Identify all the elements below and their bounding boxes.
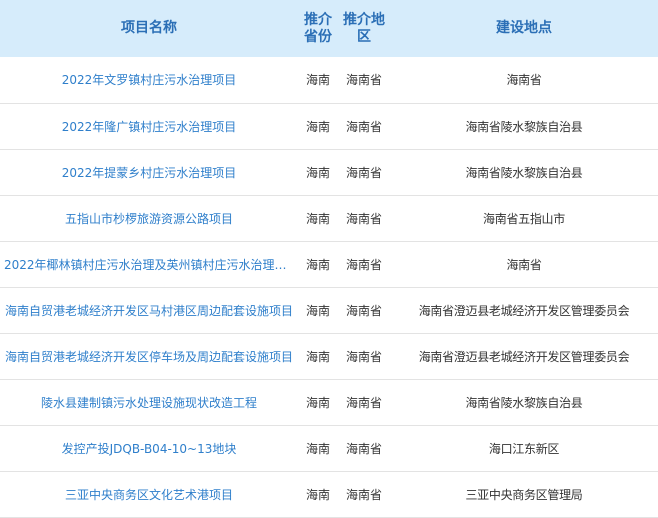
table-row: 五指山市杪椤旅游资源公路项目 海南 海南省 海南省五指山市 [0, 195, 658, 241]
table-row: 2022年隆广镇村庄污水治理项目 海南 海南省 海南省陵水黎族自治县 [0, 103, 658, 149]
region-cell: 海南省 [345, 73, 382, 88]
location-cell: 海南省 [506, 257, 542, 272]
province-cell: 海南 [305, 349, 330, 364]
header-project-name: 项目名称 [121, 20, 177, 36]
table-header-row: 项目名称 推介省份 推介地区 建设地点 [0, 0, 658, 57]
project-link[interactable]: 2022年椰林镇村庄污水治理及英州镇村庄污水治理项目 [4, 256, 294, 273]
location-cell: 海口江东新区 [488, 441, 560, 456]
region-cell: 海南省 [345, 487, 382, 502]
project-link[interactable]: 陵水县建制镇污水处理设施现状改造工程 [4, 394, 294, 411]
province-cell: 海南 [305, 487, 330, 502]
location-cell: 海南省澄迈县老城经济开发区管理委员会 [418, 303, 630, 318]
location-cell: 海南省澄迈县老城经济开发区管理委员会 [418, 349, 630, 364]
province-cell: 海南 [305, 165, 330, 180]
location-cell: 海南省陵水黎族自治县 [465, 165, 583, 180]
project-link[interactable]: 2022年隆广镇村庄污水治理项目 [4, 118, 294, 135]
region-cell: 海南省 [345, 303, 382, 318]
table-row: 三亚中央商务区文化艺术港项目 海南 海南省 三亚中央商务区管理局 [0, 471, 658, 517]
table-row: 陵水县建制镇污水处理设施现状改造工程 海南 海南省 海南省陵水黎族自治县 [0, 379, 658, 425]
project-link[interactable]: 海南自贸港老城经济开发区马村港区周边配套设施项目 [4, 302, 294, 319]
project-link[interactable]: 海南自贸港老城经济开发区停车场及周边配套设施项目 [4, 348, 294, 365]
project-link[interactable]: 三亚中央商务区文化艺术港项目 [4, 486, 294, 503]
table-row: 2022年椰林镇村庄污水治理及英州镇村庄污水治理项目 海南 海南省 海南省 [0, 241, 658, 287]
table-row: 2022年提蒙乡村庄污水治理项目 海南 海南省 海南省陵水黎族自治县 [0, 149, 658, 195]
location-cell: 海南省陵水黎族自治县 [465, 395, 583, 410]
header-location: 建设地点 [496, 20, 552, 36]
table-row: 海南自贸港老城经济开发区停车场及周边配套设施项目 海南 海南省 海南省澄迈县老城… [0, 333, 658, 379]
project-table: 项目名称 推介省份 推介地区 建设地点 2022年文罗镇村庄污水治理项目 海南 … [0, 0, 658, 518]
region-cell: 海南省 [345, 257, 382, 272]
region-cell: 海南省 [345, 441, 382, 456]
table-row: 2022年文罗镇村庄污水治理项目 海南 海南省 海南省 [0, 57, 658, 103]
region-cell: 海南省 [345, 165, 382, 180]
location-cell: 三亚中央商务区管理局 [465, 487, 583, 502]
province-cell: 海南 [305, 73, 330, 88]
header-region: 推介地区 [343, 11, 385, 45]
table-row: 发控产投JDQB-B04-10~13地块 海南 海南省 海口江东新区 [0, 425, 658, 471]
location-cell: 海南省五指山市 [483, 211, 565, 226]
province-cell: 海南 [305, 395, 330, 410]
header-province: 推介省份 [304, 11, 332, 45]
project-link[interactable]: 2022年提蒙乡村庄污水治理项目 [4, 164, 294, 181]
province-cell: 海南 [305, 211, 330, 226]
table-row: 海南自贸港老城经济开发区马村港区周边配套设施项目 海南 海南省 海南省澄迈县老城… [0, 287, 658, 333]
region-cell: 海南省 [345, 211, 382, 226]
province-cell: 海南 [305, 119, 330, 134]
location-cell: 海南省陵水黎族自治县 [465, 119, 583, 134]
province-cell: 海南 [305, 303, 330, 318]
project-link[interactable]: 五指山市杪椤旅游资源公路项目 [4, 210, 294, 227]
province-cell: 海南 [305, 257, 330, 272]
province-cell: 海南 [305, 441, 330, 456]
project-link[interactable]: 2022年文罗镇村庄污水治理项目 [4, 71, 294, 88]
region-cell: 海南省 [345, 395, 382, 410]
location-cell: 海南省 [506, 73, 542, 88]
project-link[interactable]: 发控产投JDQB-B04-10~13地块 [4, 440, 294, 457]
region-cell: 海南省 [345, 119, 382, 134]
region-cell: 海南省 [345, 349, 382, 364]
